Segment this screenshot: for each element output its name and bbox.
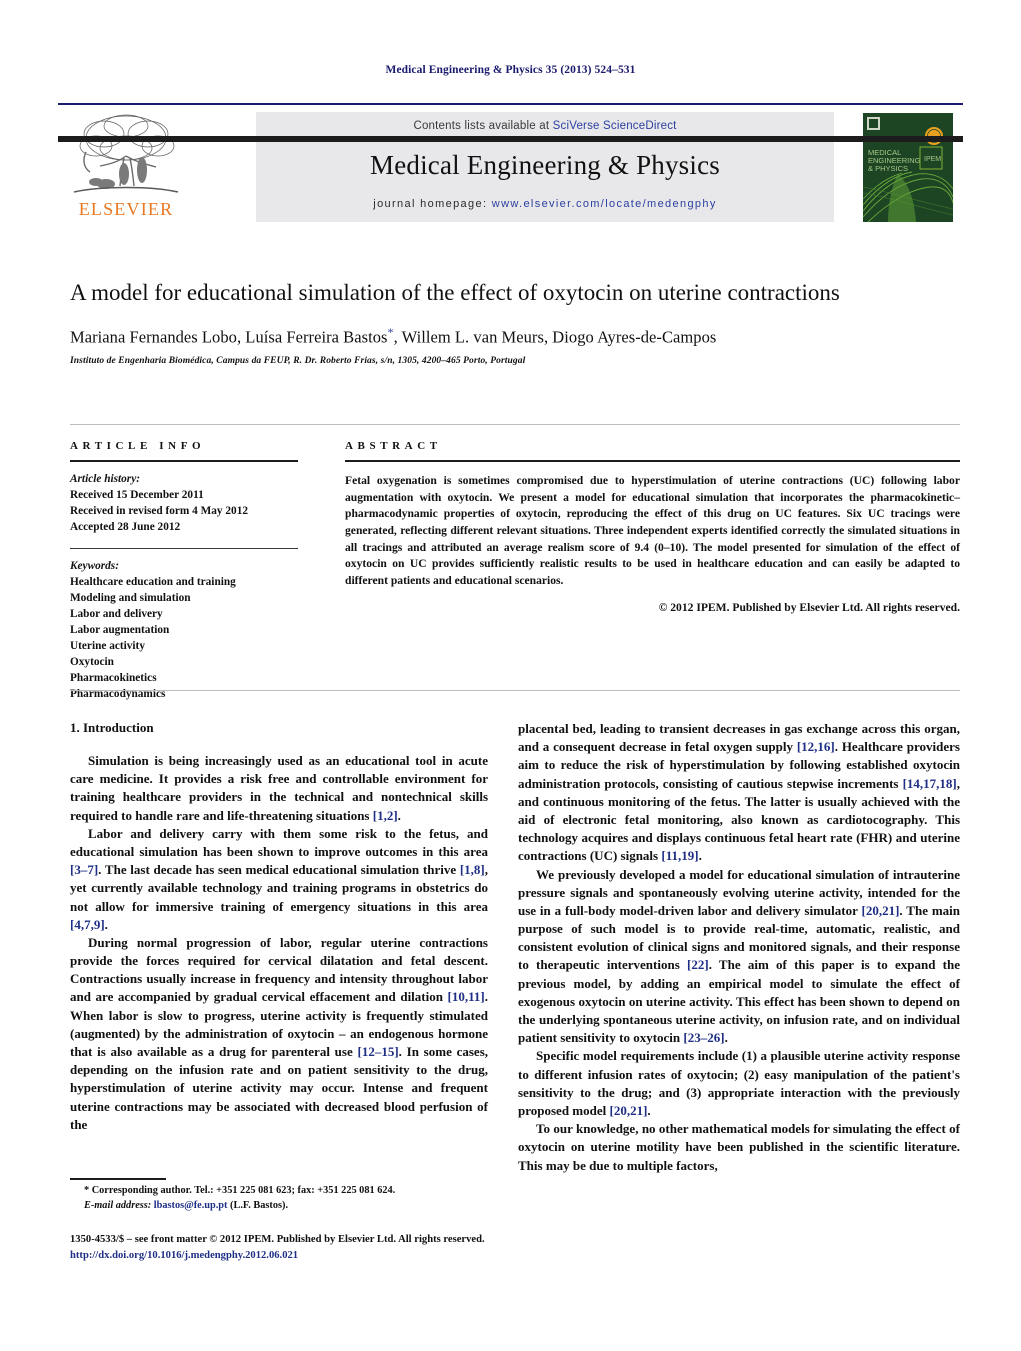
contents-available-line: Contents lists available at SciVerse Sci… [256,120,834,132]
footnote-rule [70,1178,166,1180]
svg-text:IPEM: IPEM [924,156,941,163]
author-list: Mariana Fernandes Lobo, Luísa Ferreira B… [70,325,960,348]
info-top-rule [70,424,960,425]
contents-prefix: Contents lists available at [413,120,553,132]
journal-masthead: ELSEVIER Contents lists available at Sci… [58,103,963,228]
article-history-group: Article history: Received 15 December 20… [70,471,298,535]
elsevier-wordmark: ELSEVIER [78,199,174,219]
paper-page: Medical Engineering & Physics 35 (2013) … [0,0,1021,1351]
abstract-heading: ABSTRACT [345,440,442,452]
keywords-group: Keywords: Healthcare education and train… [70,558,298,702]
abstract-rule [345,460,960,462]
body-paragraph: Specific model requirements include (1) … [518,1048,960,1118]
history-item: Received in revised form 4 May 2012 [70,505,248,518]
history-item: Received 15 December 2011 [70,489,204,502]
body-paragraph: Labor and delivery carry with them some … [70,825,488,932]
doi-link[interactable]: http://dx.doi.org/10.1016/j.medengphy.20… [70,1248,770,1264]
homepage-url-link[interactable]: www.elsevier.com/locate/medengphy [492,198,717,210]
history-item: Accepted 28 June 2012 [70,521,181,534]
citation-ref[interactable]: [4,7,9] [70,917,105,932]
body-paragraph: We previously developed a model for educ… [518,866,961,1046]
masthead-top-rule [58,103,963,105]
citation-ref[interactable]: [11,19] [661,848,698,863]
keyword-item: Labor augmentation [70,624,170,637]
elsevier-logo: ELSEVIER [66,112,186,220]
journal-title: Medical Engineering & Physics [370,150,720,180]
keyword-item: Healthcare education and training [70,576,236,589]
keyword-item: Uterine activity [70,640,145,653]
sciencedirect-link[interactable]: SciVerse ScienceDirect [553,120,677,132]
citation-ref[interactable]: [12–15] [357,1044,398,1059]
keyword-item: Modeling and simulation [70,592,191,605]
keyword-item: Pharmacodynamics [70,688,166,701]
keyword-item: Labor and delivery [70,608,163,621]
running-head: Medical Engineering & Physics 35 (2013) … [385,64,636,76]
journal-band: Contents lists available at SciVerse Sci… [256,112,834,222]
citation-ref[interactable]: [20,21] [861,903,899,918]
citation-ref[interactable]: [1,2] [373,808,398,823]
body-paragraph: placental bed, leading to transient decr… [518,721,960,864]
svg-text:& PHYSICS: & PHYSICS [868,164,908,173]
article-info-column: ARTICLE INFO Article history: Received 1… [70,440,298,702]
citation-ref[interactable]: [1,8] [460,862,485,877]
abstract-text: Fetal oxygenation is sometimes compromis… [345,474,960,588]
citation-ref[interactable]: [3–7] [70,862,98,877]
authors-tail: , Willem L. van Meurs, Diogo Ayres-de-Ca… [393,327,717,347]
article-info-rule [70,460,298,462]
body-column-left: 1. Introduction Simulation is being incr… [70,720,488,1134]
elsevier-tree-icon [66,112,186,198]
footnote-contact-line: * Corresponding author. Tel.: +351 225 0… [84,1185,396,1196]
citation-ref[interactable]: [23–26] [683,1030,724,1045]
citation-ref[interactable]: [20,21] [610,1103,648,1118]
article-history-label: Article history: [70,473,140,485]
footnote-email-line: E-mail address: lbastos@fe.up.pt (L.F. B… [70,1199,490,1214]
citation-ref[interactable]: [10,11] [448,989,485,1004]
corresponding-author-footnote: * Corresponding author. Tel.: +351 225 0… [70,1184,490,1214]
title-block: A model for educational simulation of th… [70,278,960,366]
abstract-copyright: © 2012 IPEM. Published by Elsevier Ltd. … [658,600,960,614]
article-info-heading: ARTICLE INFO [70,440,206,452]
email-link[interactable]: lbastos@fe.up.pt [154,1200,228,1211]
keyword-item: Oxytocin [70,656,114,669]
masthead-bottom-rule [58,136,963,142]
affiliation: Instituto de Engenharia Biomédica, Campu… [70,355,526,366]
keywords-label: Keywords: [70,560,119,573]
colophon: 1350-4533/$ – see front matter © 2012 IP… [70,1232,770,1264]
email-label: E-mail address: [84,1199,152,1211]
authors-head: Mariana Fernandes Lobo, Luísa Ferreira B… [70,327,388,347]
body-paragraph: Simulation is being increasingly used as… [70,753,488,823]
journal-cover-thumbnail: MEDICAL ENGINEERING & PHYSICS IPEM [858,111,958,224]
body-column-right: placental bed, leading to transient decr… [518,720,960,1175]
homepage-prefix: journal homepage: [373,198,492,210]
keywords-divider [70,548,298,550]
email-owner: (L.F. Bastos). [230,1199,289,1211]
abstract-column: ABSTRACT Fetal oxygenation is sometimes … [345,440,960,614]
keyword-item: Pharmacokinetics [70,672,157,685]
citation-ref[interactable]: [12,16] [797,739,835,754]
body-paragraph: During normal progression of labor, regu… [70,934,488,1132]
citation-ref[interactable]: [14,17,18] [903,776,957,791]
citation-ref[interactable]: [22] [687,957,709,972]
page-title: A model for educational simulation of th… [70,280,840,305]
section-heading-introduction: 1. Introduction [70,720,154,735]
info-bottom-rule [70,690,960,691]
colophon-frontmatter: 1350-4533/$ – see front matter © 2012 IP… [70,1234,485,1245]
journal-homepage-line: journal homepage: www.elsevier.com/locat… [256,198,834,210]
body-paragraph: To our knowledge, no other mathematical … [518,1121,960,1173]
